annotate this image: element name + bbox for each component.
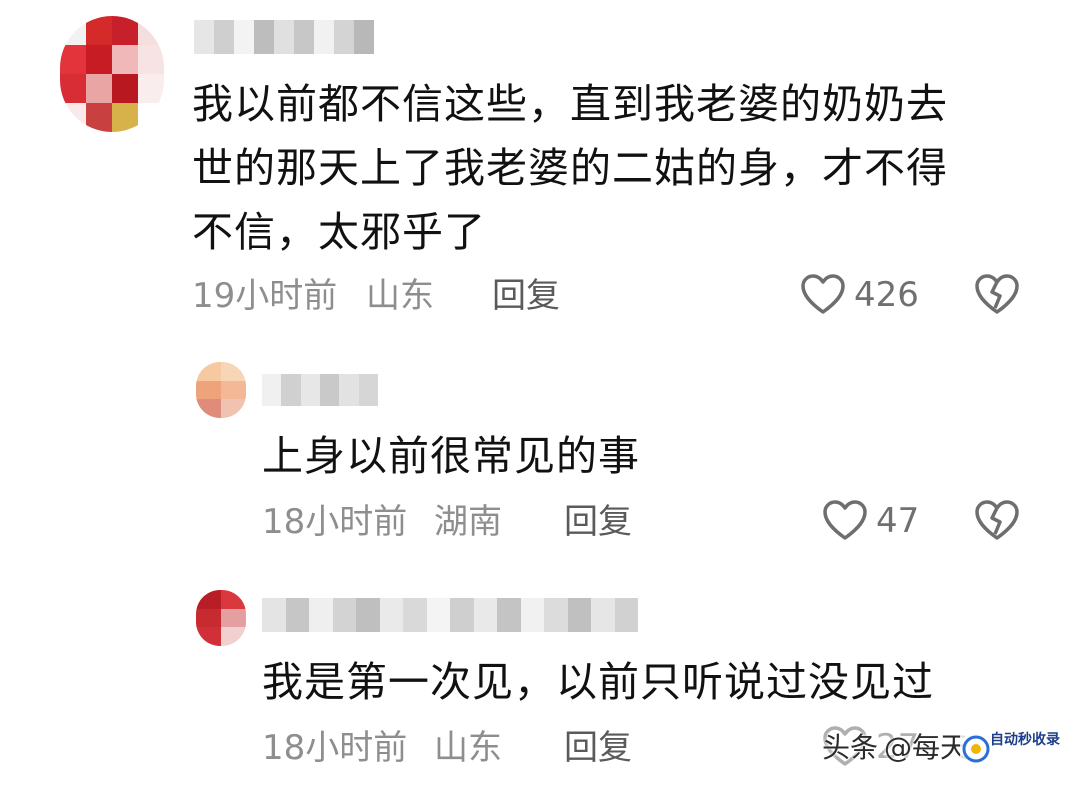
comment-time: 18小时前 <box>262 502 408 542</box>
username-blurred[interactable] <box>262 598 638 632</box>
comment-text-line: 上身以前很常见的事 <box>262 432 640 480</box>
broken-heart-icon[interactable] <box>974 500 1020 542</box>
like-count: 47 <box>876 501 920 541</box>
like-button[interactable]: 47 <box>822 500 919 542</box>
watermark-platform: 头条 <box>822 731 879 764</box>
comment-text-line: 我是第一次见，以前只听说过没见过 <box>262 658 934 706</box>
comment-text-line: 世的那天上了我老婆的二姑的身，才不得 <box>192 144 948 192</box>
reply-button[interactable]: 回复 <box>564 728 632 768</box>
comment-time: 18小时前 <box>262 728 408 768</box>
reply-button[interactable]: 回复 <box>492 276 560 316</box>
heart-icon <box>801 274 845 314</box>
comment-location: 湖南 <box>434 502 502 542</box>
comment-location: 山东 <box>434 728 502 768</box>
watermark-handle: @每天 <box>884 731 969 764</box>
avatar[interactable] <box>60 16 164 132</box>
like-button[interactable]: 426 <box>800 274 919 316</box>
like-count: 426 <box>854 275 919 315</box>
avatar[interactable] <box>196 362 246 418</box>
username-blurred[interactable] <box>194 20 374 54</box>
username-blurred[interactable] <box>262 374 378 406</box>
comment-text-line: 不信，太邪乎了 <box>192 208 486 256</box>
comment-location: 山东 <box>366 276 434 316</box>
heart-icon <box>823 500 867 540</box>
comment-time: 19小时前 <box>192 276 338 316</box>
reply-button[interactable]: 回复 <box>564 502 632 542</box>
broken-heart-icon[interactable] <box>974 274 1020 316</box>
watermark-logo-text: 自动秒收录 <box>990 732 1060 748</box>
avatar[interactable] <box>196 590 246 646</box>
comment-text-line: 我以前都不信这些，直到我老婆的奶奶去 <box>192 80 948 128</box>
watermark: 头条 @每天 <box>822 728 968 768</box>
